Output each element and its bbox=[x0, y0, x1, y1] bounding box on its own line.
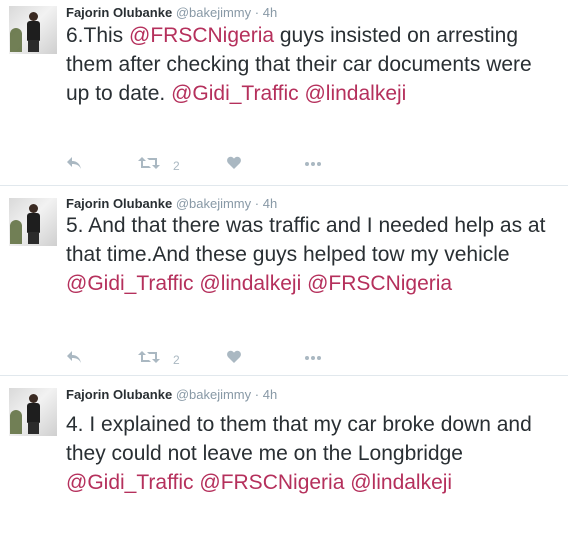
author-handle[interactable]: @bakejimmy bbox=[176, 5, 251, 20]
timestamp[interactable]: 4h bbox=[263, 5, 277, 20]
avatar-legs bbox=[28, 40, 39, 52]
mention-link[interactable]: @Gidi_Traffic bbox=[66, 272, 194, 295]
avatar-legs bbox=[28, 422, 39, 434]
mention-link[interactable]: @lindalkeji bbox=[304, 82, 406, 105]
tweet-header: Fajorin Olubanke @bakejimmy · 4h bbox=[66, 387, 277, 402]
mention-link[interactable]: @FRSCNigeria bbox=[129, 24, 274, 47]
reply-icon bbox=[67, 351, 81, 363]
avatar-plant bbox=[10, 410, 22, 434]
avatar-plant bbox=[10, 220, 22, 244]
author-name[interactable]: Fajorin Olubanke bbox=[66, 5, 172, 20]
heart-icon bbox=[227, 156, 241, 169]
separator: · bbox=[254, 387, 260, 402]
tweet-text-segment: 4. I explained to them that my car broke… bbox=[66, 413, 532, 465]
more-button[interactable] bbox=[304, 156, 322, 176]
tweet-text: 5. And that there was traffic and I need… bbox=[66, 211, 554, 298]
tweet-header: Fajorin Olubanke @bakejimmy · 4h bbox=[66, 196, 277, 211]
retweet-icon bbox=[138, 351, 160, 363]
like-button[interactable] bbox=[227, 350, 241, 370]
author-name[interactable]: Fajorin Olubanke bbox=[66, 196, 172, 211]
author-handle[interactable]: @bakejimmy bbox=[176, 196, 251, 211]
heart-icon bbox=[227, 350, 241, 363]
avatar-plant bbox=[10, 28, 22, 52]
avatar-body bbox=[27, 403, 40, 423]
more-button[interactable] bbox=[304, 350, 322, 370]
retweet-icon bbox=[138, 157, 160, 169]
timestamp[interactable]: 4h bbox=[263, 196, 277, 211]
tweet-item[interactable]: Fajorin Olubanke @bakejimmy · 4h 5. And … bbox=[0, 186, 568, 376]
tweet-text-segment: 5. And that there was traffic and I need… bbox=[66, 214, 546, 266]
retweet-count: 2 bbox=[173, 159, 180, 173]
timestamp[interactable]: 4h bbox=[263, 387, 277, 402]
author-handle[interactable]: @bakejimmy bbox=[176, 387, 251, 402]
mention-link[interactable]: @lindalkeji bbox=[199, 272, 301, 295]
mention-link[interactable]: @lindalkeji bbox=[350, 471, 452, 494]
avatar[interactable] bbox=[9, 198, 57, 246]
tweet-item[interactable]: Fajorin Olubanke @bakejimmy · 4h 6.This … bbox=[0, 0, 568, 186]
tweet-text: 6.This @FRSCNigeria guys insisted on arr… bbox=[66, 21, 554, 108]
more-dots-icon bbox=[305, 356, 321, 360]
mention-link[interactable]: @FRSCNigeria bbox=[307, 272, 452, 295]
retweet-count: 2 bbox=[173, 353, 180, 367]
tweet-item[interactable]: Fajorin Olubanke @bakejimmy · 4h 4. I ex… bbox=[0, 376, 568, 539]
avatar-head bbox=[29, 394, 38, 403]
retweet-button[interactable] bbox=[138, 156, 160, 176]
author-name[interactable]: Fajorin Olubanke bbox=[66, 387, 172, 402]
separator: · bbox=[254, 196, 260, 211]
separator: · bbox=[254, 5, 260, 20]
tweet-text: 4. I explained to them that my car broke… bbox=[66, 410, 554, 497]
avatar[interactable] bbox=[9, 6, 57, 54]
retweet-button[interactable] bbox=[138, 350, 160, 370]
reply-button[interactable] bbox=[66, 350, 82, 370]
like-button[interactable] bbox=[227, 156, 241, 176]
mention-link[interactable]: @Gidi_Traffic bbox=[66, 471, 194, 494]
tweet-header: Fajorin Olubanke @bakejimmy · 4h bbox=[66, 5, 277, 20]
tweet-text-segment: 6.This bbox=[66, 24, 130, 47]
mention-link[interactable]: @Gidi_Traffic bbox=[171, 82, 299, 105]
avatar[interactable] bbox=[9, 388, 57, 436]
avatar-head bbox=[29, 204, 38, 213]
avatar-legs bbox=[28, 232, 39, 244]
more-dots-icon bbox=[305, 162, 321, 166]
mention-link[interactable]: @FRSCNigeria bbox=[199, 471, 344, 494]
avatar-head bbox=[29, 12, 38, 21]
reply-button[interactable] bbox=[66, 156, 82, 176]
avatar-body bbox=[27, 213, 40, 233]
avatar-body bbox=[27, 21, 40, 41]
reply-icon bbox=[67, 157, 81, 169]
